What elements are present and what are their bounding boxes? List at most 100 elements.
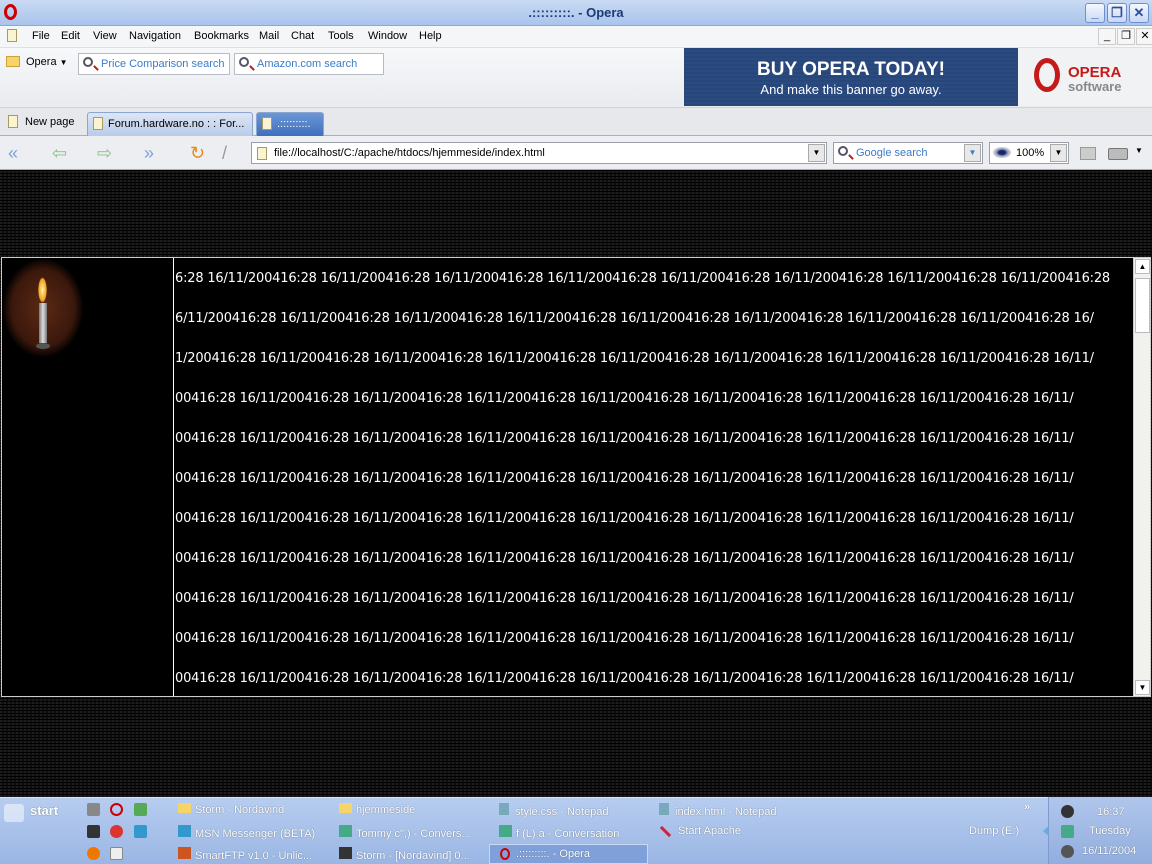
menu-mail[interactable]: Mail xyxy=(259,30,279,42)
task-label: SmartFTP v1.0 - Unlic... xyxy=(195,850,313,862)
task-opera-active[interactable]: .:::::::::. - Opera xyxy=(489,844,648,864)
title-bar: .:::::::::. - Opera xyxy=(0,0,1152,26)
opera-menu-button[interactable]: Opera ▼ xyxy=(26,56,68,68)
notepad-icon[interactable] xyxy=(110,847,123,860)
menu-window[interactable]: Window xyxy=(368,30,407,42)
new-page-button[interactable]: New page xyxy=(5,113,75,135)
task-storm-nordavind[interactable]: Storm - Nordavind xyxy=(178,803,284,816)
quicklaunch-icon[interactable] xyxy=(110,825,123,838)
scroll-up-button[interactable]: ▲ xyxy=(1135,259,1150,274)
security-lock-icon[interactable] xyxy=(1080,147,1096,160)
search-placeholder: Google search xyxy=(856,147,928,159)
quicklaunch-icon[interactable] xyxy=(134,803,147,816)
opera-software-logo: OPERA software xyxy=(1018,48,1152,106)
tab-label: Forum.hardware.no : : For... xyxy=(108,118,245,130)
drive-toolbar-item[interactable]: Dump (E:) xyxy=(969,825,1019,837)
mdi-minimize-button[interactable]: _ xyxy=(1098,28,1116,45)
task-msn-messenger[interactable]: MSN Messenger (BETA) xyxy=(178,825,315,840)
fast-forward-button[interactable]: » xyxy=(144,143,154,164)
opera-quicklaunch-icon[interactable] xyxy=(110,803,123,816)
zoom-control[interactable]: 100% ▼ xyxy=(989,142,1069,164)
task-index-html[interactable]: index.html - Notepad xyxy=(659,803,777,818)
menu-chat[interactable]: Chat xyxy=(291,30,314,42)
task-conversation-tommy[interactable]: Tommy c",) - Convers... xyxy=(339,825,471,840)
task-start-apache[interactable]: Start Apache xyxy=(659,825,741,837)
vertical-scrollbar[interactable]: ▲ ▼ xyxy=(1133,258,1150,696)
menu-view[interactable]: View xyxy=(93,30,117,42)
menu-bookmarks[interactable]: Bookmarks xyxy=(194,30,249,42)
zoom-value: 100% xyxy=(1016,147,1045,159)
menu-file[interactable]: File xyxy=(32,30,50,42)
page-icon xyxy=(257,147,267,160)
tab-active[interactable]: .:::::::::. xyxy=(256,112,324,136)
task-label: .:::::::::. - Opera xyxy=(516,848,590,860)
camera-icon[interactable] xyxy=(1108,148,1128,160)
menu-navigation[interactable]: Navigation xyxy=(129,30,181,42)
restore-button[interactable]: ❐ xyxy=(1107,3,1127,23)
scroll-thumb[interactable] xyxy=(1135,278,1150,333)
zoom-dropdown[interactable]: ▼ xyxy=(1050,144,1067,162)
chevron-down-icon[interactable]: ▼ xyxy=(1135,146,1143,155)
text-row: 1/200416:28 16/11/200416:28 16/11/200416… xyxy=(175,351,1094,366)
search-icon xyxy=(838,146,848,156)
msn-icon xyxy=(339,825,352,837)
quicklaunch-icon[interactable] xyxy=(87,803,100,816)
task-label: index.html - Notepad xyxy=(675,806,777,818)
task-style-css[interactable]: style.css - Notepad xyxy=(499,803,609,818)
edit-pen-icon[interactable]: / xyxy=(222,143,227,164)
search-placeholder: Amazon.com search xyxy=(257,58,358,70)
mdi-restore-button[interactable]: ❐ xyxy=(1117,28,1135,45)
text-row: 6/11/200416:28 16/11/200416:28 16/11/200… xyxy=(175,311,1094,326)
text-row: 00416:28 16/11/200416:28 16/11/200416:28… xyxy=(175,431,1074,446)
firefox-icon[interactable] xyxy=(87,847,100,860)
opera-menu-label: Opera xyxy=(26,56,57,68)
address-bar[interactable]: file://localhost/C:/apache/htdocs/hjemme… xyxy=(251,142,827,164)
rewind-button[interactable]: « xyxy=(8,143,18,164)
alien-icon[interactable] xyxy=(87,825,100,838)
taskbar-overflow-button[interactable]: » xyxy=(1024,801,1030,813)
text-row: 00416:28 16/11/200416:28 16/11/200416:28… xyxy=(175,671,1074,686)
price-comparison-search-input[interactable]: Price Comparison search xyxy=(78,53,230,75)
clock-time: 16:37 xyxy=(1097,806,1125,818)
address-dropdown-button[interactable]: ▼ xyxy=(808,144,825,162)
start-label: start xyxy=(30,803,59,818)
menu-tools[interactable]: Tools xyxy=(328,30,354,42)
tab-forum-hardware[interactable]: Forum.hardware.no : : For... xyxy=(87,112,253,136)
tray-icon[interactable] xyxy=(1061,845,1074,858)
reload-icon[interactable]: ↻ xyxy=(190,143,205,164)
forward-button[interactable]: ⇨ xyxy=(97,143,112,164)
amazon-search-input[interactable]: Amazon.com search xyxy=(234,53,384,75)
google-search-input[interactable]: Google search ▼ xyxy=(833,142,983,164)
menu-help[interactable]: Help xyxy=(419,30,442,42)
msn-tray-icon[interactable] xyxy=(1061,825,1074,838)
mdi-close-button[interactable]: ✕ xyxy=(1136,28,1152,45)
back-button[interactable]: ⇦ xyxy=(52,143,67,164)
task-label: Start Apache xyxy=(678,825,741,837)
ad-banner[interactable]: BUY OPERA TODAY! And make this banner go… xyxy=(684,48,1018,106)
task-conversation-f[interactable]: f (L) a - Conversation xyxy=(499,825,619,840)
scroll-down-button[interactable]: ▼ xyxy=(1135,680,1150,695)
new-page-label: New page xyxy=(25,116,75,128)
msn-icon[interactable] xyxy=(134,825,147,838)
address-text: file://localhost/C:/apache/htdocs/hjemme… xyxy=(274,147,545,159)
task-label: hjemmeside xyxy=(356,804,416,816)
task-label: Tommy c",) - Convers... xyxy=(356,828,471,840)
banner-headline: BUY OPERA TODAY! xyxy=(757,59,945,80)
task-storm-irc[interactable]: Storm - [Nordavind] 0... xyxy=(339,847,470,862)
alien-tray-icon[interactable] xyxy=(1061,805,1074,818)
page-icon xyxy=(262,117,272,130)
folder-icon xyxy=(339,803,352,813)
smartftp-icon xyxy=(178,847,191,859)
minimize-button[interactable]: _ xyxy=(1085,3,1105,23)
task-hjemmeside[interactable]: hjemmeside xyxy=(339,803,415,816)
menu-edit[interactable]: Edit xyxy=(61,30,80,42)
start-button[interactable]: start xyxy=(0,800,80,830)
search-engine-dropdown[interactable]: ▼ xyxy=(964,144,981,162)
search-icon xyxy=(83,57,93,67)
task-smartftp[interactable]: SmartFTP v1.0 - Unlic... xyxy=(178,847,312,862)
logo-subtext: software xyxy=(1068,79,1122,94)
new-page-icon xyxy=(8,115,18,128)
close-button[interactable]: ✕ xyxy=(1129,3,1149,23)
text-row: 00416:28 16/11/200416:28 16/11/200416:28… xyxy=(175,471,1074,486)
text-row: 00416:28 16/11/200416:28 16/11/200416:28… xyxy=(175,591,1074,606)
